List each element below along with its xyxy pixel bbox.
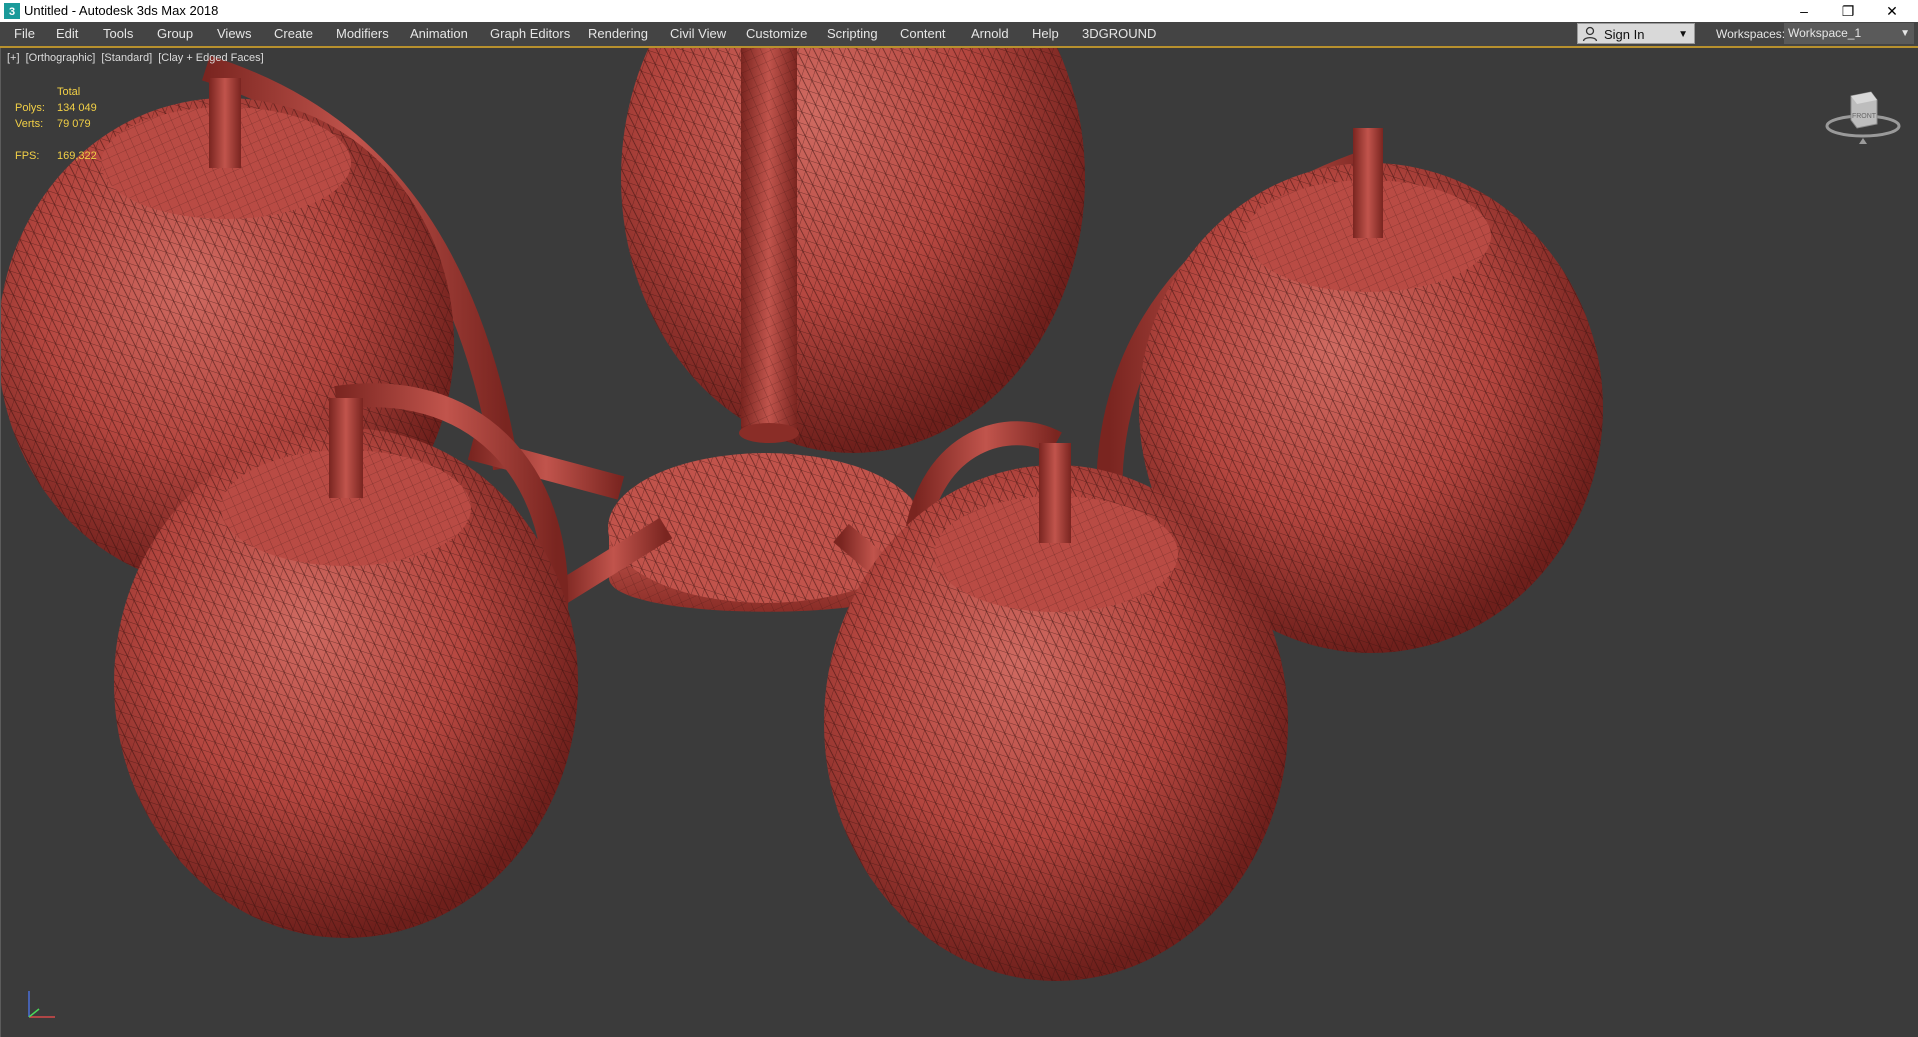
viewcube-face-label: FRONT [1852, 113, 1877, 120]
user-icon [1582, 26, 1598, 42]
close-button[interactable]: ✕ [1870, 0, 1914, 22]
menu-create[interactable]: Create [272, 22, 315, 46]
viewport-menu-plus[interactable]: [+] [7, 52, 20, 64]
menu-views[interactable]: Views [215, 22, 253, 46]
axis-tripod-icon [28, 991, 55, 1018]
sign-in-dropdown[interactable]: Sign In ▼ [1577, 23, 1695, 44]
viewport-point-of-view[interactable]: [Orthographic] [26, 52, 96, 64]
scene-render [1, 48, 1603, 981]
menu-scripting[interactable]: Scripting [825, 22, 880, 46]
viewcube-icon[interactable]: FRONT [1823, 78, 1903, 148]
title-bar: 3 Untitled - Autodesk 3ds Max 2018 – ❐ ✕ [0, 0, 1918, 22]
menu-civil-view[interactable]: Civil View [668, 22, 728, 46]
polys-label: Polys: [15, 102, 45, 114]
svg-text:3: 3 [9, 6, 15, 18]
menu-bar: File Edit Tools Group Views Create Modif… [0, 22, 1918, 48]
verts-value: 79 079 [57, 118, 91, 130]
verts-label: Verts: [15, 118, 44, 130]
menu-tools[interactable]: Tools [101, 22, 135, 46]
menu-content[interactable]: Content [898, 22, 948, 46]
workspace-select[interactable]: Workspace_1 ▼ [1784, 23, 1914, 44]
menu-animation[interactable]: Animation [408, 22, 470, 46]
app-3dsmax-icon: 3 [4, 3, 20, 19]
menu-customize[interactable]: Customize [744, 22, 809, 46]
menu-modifiers[interactable]: Modifiers [334, 22, 391, 46]
sign-in-label: Sign In [1604, 27, 1645, 42]
menu-graph-editors[interactable]: Graph Editors [488, 22, 572, 46]
restore-button[interactable]: ❐ [1826, 0, 1870, 22]
chevron-down-icon: ▼ [1900, 28, 1910, 39]
workspace-value: Workspace_1 [1788, 26, 1862, 40]
menu-file[interactable]: File [12, 22, 37, 46]
menu-3dground[interactable]: 3DGROUND [1080, 22, 1158, 46]
menu-help[interactable]: Help [1030, 22, 1061, 46]
minimize-button[interactable]: – [1782, 0, 1826, 22]
chevron-down-icon: ▼ [1678, 29, 1688, 40]
menu-rendering[interactable]: Rendering [586, 22, 650, 46]
polys-value: 134 049 [57, 102, 97, 114]
menu-edit[interactable]: Edit [54, 22, 80, 46]
perspective-viewport[interactable]: [+] [Orthographic] [Standard] [Clay + Ed… [0, 48, 1918, 1037]
fps-label: FPS: [15, 150, 40, 162]
fps-value: 169,322 [57, 150, 97, 162]
globe-back-center [621, 48, 1085, 453]
workspaces-label: Workspaces: [1716, 27, 1786, 41]
viewport-display-mode[interactable]: [Clay + Edged Faces] [158, 52, 263, 64]
menu-arnold[interactable]: Arnold [969, 22, 1011, 46]
viewport-shading-standard[interactable]: [Standard] [101, 52, 152, 64]
stats-header: Total [57, 86, 81, 98]
menu-group[interactable]: Group [155, 22, 195, 46]
viewport-labels: [+] [Orthographic] [Standard] [Clay + Ed… [7, 52, 267, 64]
window-title: Untitled - Autodesk 3ds Max 2018 [24, 3, 219, 18]
